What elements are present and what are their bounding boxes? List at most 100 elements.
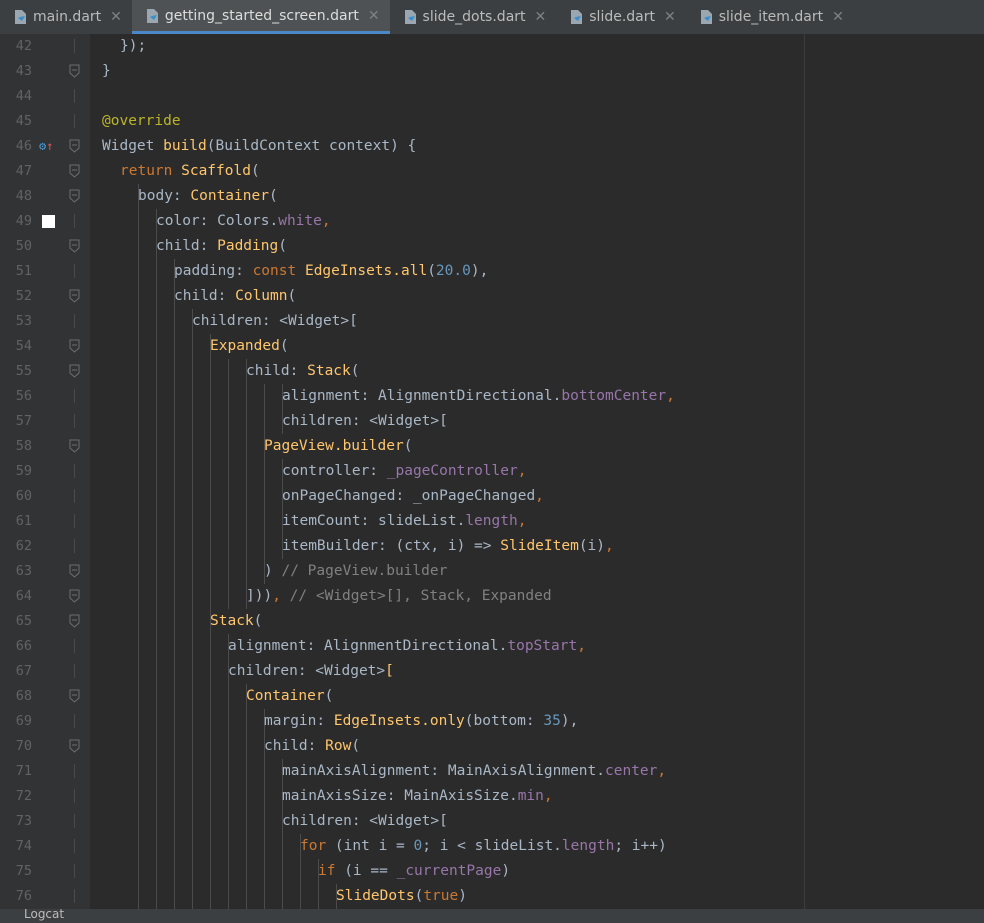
- fold-icon[interactable]: [68, 489, 81, 503]
- indent-guide: [156, 834, 157, 859]
- indent-guide: [264, 884, 265, 909]
- fold-icon[interactable]: [68, 439, 81, 453]
- code-line: 75 if (i == _currentPage): [0, 859, 984, 884]
- code-line: 71 mainAxisAlignment: MainAxisAlignment.c…: [0, 759, 984, 784]
- code-token: 0: [413, 838, 423, 854]
- tab-slide_dots-dart[interactable]: slide_dots.dart ✕: [390, 0, 557, 34]
- fold-icon[interactable]: [68, 64, 81, 78]
- code-token: children: <Widget>[: [282, 813, 448, 829]
- close-icon[interactable]: ✕: [832, 9, 844, 25]
- color-swatch-icon[interactable]: [42, 215, 55, 228]
- fold-icon[interactable]: [68, 514, 81, 528]
- logcat-label[interactable]: Logcat: [24, 907, 64, 921]
- fold-icon[interactable]: [68, 689, 81, 703]
- fold-icon[interactable]: [68, 239, 81, 253]
- tab-main-dart[interactable]: main.dart ✕: [0, 0, 132, 34]
- fold-icon[interactable]: [68, 764, 81, 778]
- code-token: (: [287, 288, 297, 304]
- fold-icon[interactable]: [68, 739, 81, 753]
- indent-guide: [174, 709, 175, 734]
- fold-icon[interactable]: [68, 114, 81, 128]
- code-token: return: [120, 163, 182, 179]
- code-text: }: [102, 59, 111, 84]
- fold-icon[interactable]: [68, 839, 81, 853]
- fold-icon[interactable]: [68, 164, 81, 178]
- indent-guide: [228, 584, 229, 609]
- fold-icon[interactable]: [68, 564, 81, 578]
- indent-guide: [264, 809, 265, 834]
- line-number: 50: [15, 238, 32, 254]
- code-line: 47 return Scaffold(: [0, 159, 984, 184]
- code-text: ])), // <Widget>[], Stack, Expanded: [246, 584, 552, 609]
- fold-icon[interactable]: [68, 889, 81, 903]
- indent-guide: [174, 884, 175, 909]
- indent-guide: [192, 884, 193, 909]
- fold-icon[interactable]: [68, 139, 81, 153]
- fold-icon[interactable]: [68, 814, 81, 828]
- indent-guide: [138, 659, 139, 684]
- indent-guide: [138, 434, 139, 459]
- fold-icon[interactable]: [68, 339, 81, 353]
- code-token: _pageController: [386, 463, 518, 479]
- fold-icon[interactable]: [68, 614, 81, 628]
- close-icon[interactable]: ✕: [368, 8, 380, 24]
- fold-icon[interactable]: [68, 864, 81, 878]
- fold-icon[interactable]: [68, 539, 81, 553]
- indent-guide: [192, 334, 193, 359]
- indent-guide: [138, 534, 139, 559]
- indent-guide: [210, 634, 211, 659]
- indent-guide: [192, 384, 193, 409]
- indent-guide: [246, 484, 247, 509]
- code-token: ,: [321, 213, 331, 229]
- fold-icon[interactable]: [68, 289, 81, 303]
- indent-guide: [192, 484, 193, 509]
- fold-icon[interactable]: [68, 364, 81, 378]
- fold-icon[interactable]: [68, 464, 81, 478]
- fold-icon[interactable]: [68, 214, 81, 228]
- line-number: 72: [15, 788, 32, 804]
- code-token: Stack: [307, 363, 351, 379]
- code-token: child:: [174, 288, 236, 304]
- line-number: 76: [15, 888, 32, 904]
- tab-slide_item-dart[interactable]: slide_item.dart ✕: [686, 0, 854, 34]
- indent-guide: [264, 509, 265, 534]
- indent-guide: [264, 784, 265, 809]
- tab-getting_started_screen-dart[interactable]: getting_started_screen.dart ✕: [131, 0, 390, 34]
- indent-guide: [228, 884, 229, 909]
- fold-icon[interactable]: [68, 39, 81, 53]
- fold-icon[interactable]: [68, 314, 81, 328]
- close-icon[interactable]: ✕: [110, 9, 122, 25]
- close-icon[interactable]: ✕: [535, 9, 547, 25]
- fold-icon[interactable]: [68, 264, 81, 278]
- indent-guide: [192, 459, 193, 484]
- indent-guide: [246, 534, 247, 559]
- code-text: children: <Widget>[: [228, 659, 394, 684]
- fold-icon[interactable]: [68, 189, 81, 203]
- fold-icon[interactable]: [68, 389, 81, 403]
- code-token: Padding: [217, 238, 279, 254]
- indent-guide: [156, 534, 157, 559]
- indent-guide: [210, 709, 211, 734]
- indent-guide: [138, 559, 139, 584]
- override-icon[interactable]: ⚙↑: [39, 134, 53, 159]
- indent-guide: [282, 884, 283, 909]
- fold-icon[interactable]: [68, 664, 81, 678]
- fold-icon[interactable]: [68, 414, 81, 428]
- fold-icon[interactable]: [68, 714, 81, 728]
- tab-slide-dart[interactable]: slide.dart ✕: [556, 0, 685, 34]
- code-token: (: [403, 438, 413, 454]
- code-token: child:: [156, 238, 218, 254]
- fold-icon[interactable]: [68, 639, 81, 653]
- line-number: 70: [15, 738, 32, 754]
- close-icon[interactable]: ✕: [664, 9, 676, 25]
- fold-icon[interactable]: [68, 789, 81, 803]
- code-token: }: [102, 63, 111, 79]
- indent-guide: [246, 384, 247, 409]
- fold-icon[interactable]: [68, 89, 81, 103]
- code-token: ),: [470, 263, 489, 279]
- indent-guide: [210, 859, 211, 884]
- indent-guide: [138, 209, 139, 234]
- fold-icon[interactable]: [68, 589, 81, 603]
- code-line: 67 children: <Widget>[: [0, 659, 984, 684]
- code-token: (: [250, 163, 260, 179]
